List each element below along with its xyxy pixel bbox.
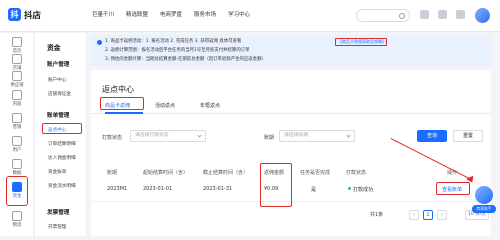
notice-guide-link[interactable]: 【商品卡免佣获取全攻略】 [335,38,387,46]
top-icons [420,10,474,19]
notice-line: 2. 返佣计算范围：报名活动后平台任务的当月1号至月底支付并结算的订单 [105,48,250,53]
cell-task-done: 是 [311,187,317,193]
period-placeholder: 请选择账期 [284,133,308,138]
content-icon [12,90,22,100]
iconbar-item-data[interactable]: 数据 [0,159,34,176]
message-icon[interactable] [438,10,447,19]
cell-status: 打款成功 [348,186,373,193]
notice-banner: 1. 商品卡返佣活动：1. 报名活动 2. 完成任务 3. 获得返佣 具体可查看… [91,35,491,66]
store-icon [12,54,22,64]
topnav-item[interactable]: 电商罗盘 [160,10,182,18]
success-dot-icon [348,187,351,190]
menu-item-fund-bill[interactable]: 资金账单 [48,169,66,175]
period-select[interactable]: 请选择账期 [279,130,355,142]
highlight-box [6,176,28,206]
iconbar-item-marketing[interactable]: 营销 [0,113,34,130]
chevron-down-icon [346,133,351,138]
column-header: 账期 [107,170,118,176]
payment-status-select[interactable]: 请选择打款状态 [130,130,206,142]
menu-item-account-center[interactable]: 账户中心 [48,77,66,83]
iconbar-item-content[interactable]: 内容 [0,90,34,107]
assistant-avatar [475,186,493,204]
fund-menu: 资金 账户管理 账户中心 店铺保证金 账单管理 返点中心 订单结算明细 达人佣金… [35,33,87,236]
tab-bar: 商品卡返佣 活动返点 年框返点 [91,100,491,114]
column-header: 起始结算时间（含） [143,170,189,176]
data-icon [12,159,22,169]
status-text: 打款成功 [353,187,374,193]
query-button[interactable]: 查询 [417,130,447,142]
highlight-box [100,97,144,110]
iconbar-item-home[interactable]: 首页 [0,37,34,54]
highlight-box [260,163,292,207]
rebate-panel: 返点中心 商品卡返佣 活动返点 年框返点 打款状态 请选择打款状态 账期 请选择… [91,70,491,236]
help-icon[interactable] [456,10,465,19]
next-page-button[interactable]: › [437,210,447,220]
menu-item-commission[interactable]: 达人佣金明细 [48,155,76,161]
logo-icon: 抖 [8,8,21,21]
iconbar-item-logistics[interactable]: 物流 [0,211,34,228]
topnav-item[interactable]: 服务市场 [194,10,216,18]
iconbar-item-supply[interactable]: 供应链 [0,71,34,88]
info-icon [97,40,102,45]
global-search-input[interactable] [356,9,410,22]
prev-page-button[interactable]: ‹ [409,210,419,220]
column-header: 任务是否完成 [300,170,331,176]
app-logo[interactable]: 抖 抖店 [8,8,41,21]
topnav-item[interactable]: 精选联盟 [126,10,148,18]
column-header: 截止结算时间（含） [203,170,249,176]
payment-status-placeholder: 请选择打款状态 [135,133,169,138]
menu-title: 资金 [47,44,61,52]
menu-item-order-settlement[interactable]: 订单结算明细 [48,141,76,147]
logo-text: 抖店 [24,10,42,21]
home-icon [12,37,22,47]
column-header: 打款状态 [346,170,367,176]
cell-period: 2023M1 [107,186,128,192]
highlight-box [42,123,82,134]
iconbar-item-user[interactable]: 用户 [0,136,34,153]
payment-status-label: 打款状态 [102,135,123,141]
menu-group-invoice[interactable]: 发票管理 [47,208,69,216]
tab-underline [105,112,143,114]
notice-line: 1. 商品卡返佣活动：1. 报名活动 2. 完成任务 3. 获得返佣 具体可查看 [105,39,242,44]
supply-icon [12,71,22,81]
icon-sidebar: 首页 店铺 供应链 内容 营销 用户 数据 资金 物流 [0,33,34,236]
menu-item-fund-flow[interactable]: 资金流水明细 [48,183,76,189]
assistant-label: 商家助手 [472,205,496,213]
top-bar: 抖 抖店 巨量千川 精选联盟 电商罗盘 服务市场 学习中心 [0,0,500,32]
menu-item-deposit[interactable]: 店铺保证金 [48,91,71,97]
page-title: 返点中心 [102,85,134,94]
reset-button[interactable]: 重置 [453,130,483,142]
cell-end: 2023-01-31 [203,186,233,192]
user-icon [12,136,22,146]
iconbar-item-store[interactable]: 店铺 [0,54,34,71]
period-label: 账期 [264,135,275,141]
chevron-down-icon [197,133,202,138]
notification-icon[interactable] [420,10,429,19]
merchant-assistant[interactable]: 商家助手 [472,186,496,218]
pagination-total: 共1条 [370,212,384,218]
topnav-item[interactable]: 巨量千川 [92,10,114,18]
search-icon [399,13,405,19]
top-nav: 巨量千川 精选联盟 电商罗盘 服务市场 学习中心 [92,10,262,18]
topnav-item[interactable]: 学习中心 [228,10,250,18]
marketing-icon [12,113,22,123]
menu-group-account[interactable]: 账户管理 [47,60,69,68]
cell-start: 2023-01-01 [143,186,173,192]
page-number[interactable]: 1 [423,210,433,220]
tab-activity-rebate[interactable]: 活动返点 [155,102,175,109]
menu-item-invoice-manage[interactable]: 开票管理 [48,224,66,230]
logistics-icon [12,211,22,221]
tab-annual-rebate[interactable]: 年框返点 [200,102,220,109]
menu-group-bill[interactable]: 账单管理 [47,111,69,119]
avatar[interactable] [475,8,490,23]
notice-line: 3. 预估的金额计算：当期总结算金额-任期前总金额（因订单退款产生的应返金额） [105,57,266,62]
highlight-box [436,182,470,195]
